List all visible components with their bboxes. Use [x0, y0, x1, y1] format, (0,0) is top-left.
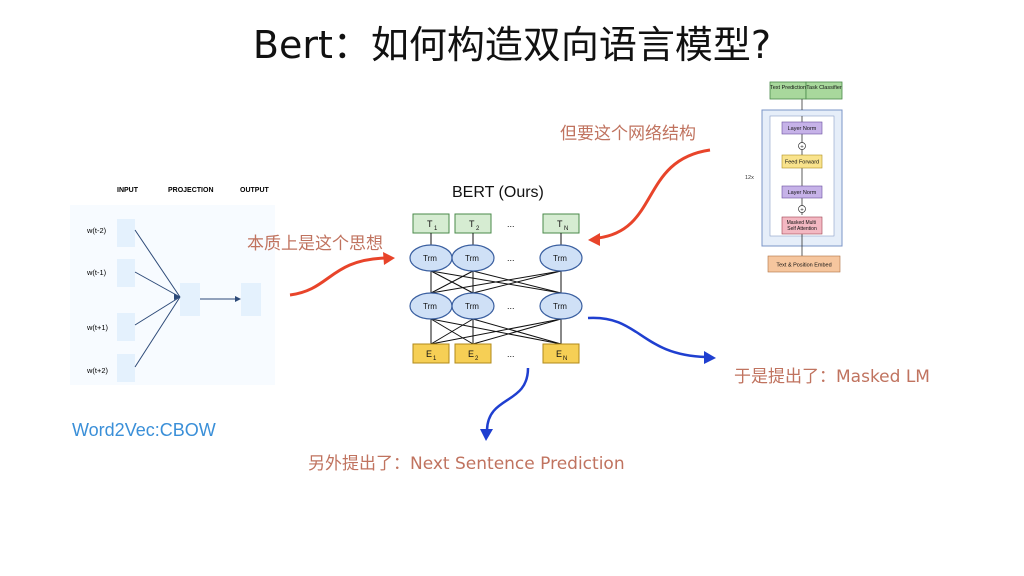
annotation-masked-lm: 于是提出了：Masked LM [734, 367, 930, 387]
blue-arrow-nsp [485, 367, 530, 431]
red-arrow-essence [289, 256, 386, 297]
annotation-essence: 本质上是这个思想 [247, 234, 383, 254]
red-arrowhead [383, 252, 395, 265]
blue-arrowhead [480, 429, 493, 441]
annotation-structure: 但要这个网络结构 [560, 124, 696, 144]
blue-arrow-masked-lm [587, 316, 707, 359]
red-arrow-structure [597, 148, 711, 240]
red-arrowhead [588, 233, 600, 246]
annotation-nsp: 另外提出了：Next Sentence Prediction [308, 454, 625, 474]
blue-arrowhead [704, 351, 716, 364]
annotation-arrows [289, 148, 716, 441]
